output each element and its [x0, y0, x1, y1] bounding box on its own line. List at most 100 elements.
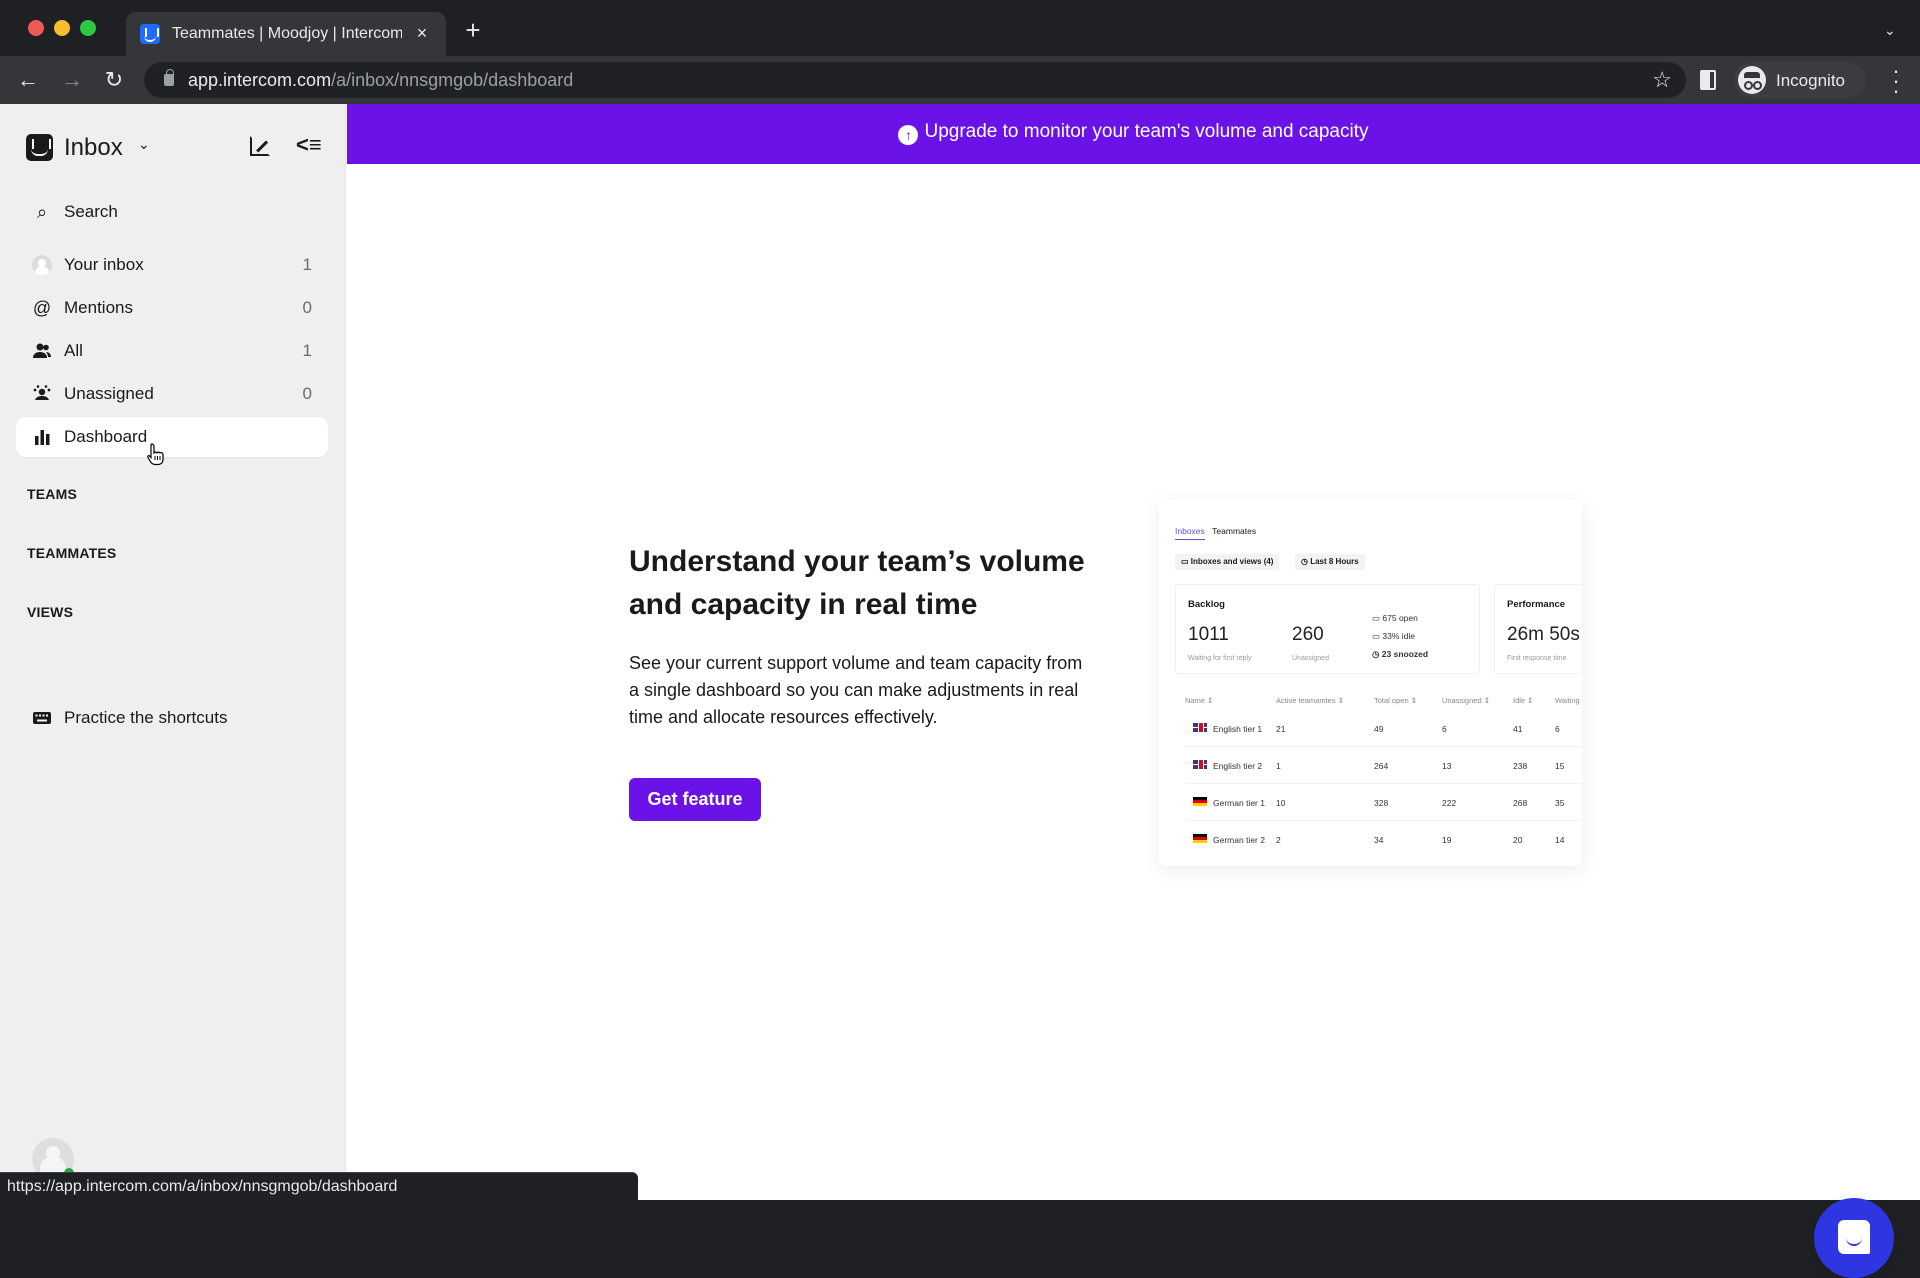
sidebar-item-dashboard[interactable]: Dashboard	[16, 417, 328, 457]
maximize-window-button[interactable]	[80, 20, 96, 36]
row-active: 21	[1276, 724, 1286, 734]
preview-tab-inboxes: Inboxes	[1175, 526, 1205, 540]
minimize-window-button[interactable]	[54, 20, 70, 36]
column-header-idle: Idle ⇕	[1513, 696, 1534, 705]
unassigned-icon	[32, 384, 52, 404]
close-window-button[interactable]	[28, 20, 44, 36]
row-name: German tier 2	[1213, 835, 1265, 845]
status-url: https://app.intercom.com/a/inbox/nnsgmgo…	[7, 1178, 398, 1195]
row-idle: 41	[1513, 724, 1523, 734]
preview-chip-timeframe: ◷ Last 8 Hours	[1295, 554, 1365, 570]
get-feature-button[interactable]: Get feature	[629, 778, 761, 821]
backlog-waiting-label: Waiting for first reply	[1188, 655, 1252, 662]
arrow-up-circle-icon: ↑	[898, 125, 919, 145]
sidebar-header: Inbox ⌄ <≡	[26, 128, 326, 168]
bar-chart-glyph	[35, 430, 50, 445]
preview-chip-inboxes: ▭ Inboxes and views (4)	[1175, 554, 1280, 570]
sidebar-item-label: Your inbox	[64, 255, 144, 274]
backlog-open-stat: ▭ 675 open	[1372, 613, 1418, 623]
compose-icon[interactable]	[250, 136, 270, 156]
sidebar-item-label: Practice the shortcuts	[64, 708, 228, 727]
people-icon	[32, 341, 52, 361]
backlog-unassigned-value: 260	[1292, 624, 1324, 645]
row-open: 34	[1374, 835, 1384, 845]
sidebar-item-label: Unassigned	[64, 384, 154, 403]
inbox-switcher[interactable]: Inbox	[64, 134, 123, 162]
sidebar-item-count: 0	[302, 384, 312, 403]
forward-button[interactable]: →	[58, 66, 86, 94]
reload-button[interactable]: ↻	[100, 66, 128, 94]
sidebar-item-count: 1	[302, 255, 312, 274]
stat-text: 23 snoozed	[1381, 649, 1429, 659]
sidebar-item-search[interactable]: ⌕ Search	[16, 192, 328, 232]
chevron-down-icon[interactable]: ⌄	[138, 136, 150, 153]
column-header-waiting: Waiting	[1555, 696, 1580, 705]
stat-text: 675 open	[1382, 613, 1418, 623]
row-waiting: 6	[1555, 724, 1560, 734]
row-unassigned: 19	[1442, 835, 1452, 845]
row-idle: 268	[1513, 798, 1528, 808]
keyboard-glyph	[33, 712, 51, 724]
intercom-messenger-launcher[interactable]	[1814, 1198, 1894, 1278]
row-active: 1	[1276, 761, 1281, 771]
row-active: 2	[1276, 835, 1281, 845]
table-row: German tier 2 2 34 19 20 14	[1185, 821, 1582, 858]
address-bar[interactable]: app.intercom.com/a/inbox/nnsgmgob/dashbo…	[144, 62, 1686, 98]
backlog-snoozed-stat: ◷ 23 snoozed	[1372, 649, 1429, 659]
preview-backlog-card: Backlog 1011 Waiting for first reply 260…	[1175, 584, 1480, 674]
preview-chip-label: Last 8 Hours	[1310, 557, 1359, 566]
section-teams[interactable]: TEAMS	[27, 486, 77, 502]
promo-description: See your current support volume and team…	[629, 653, 1083, 727]
preview-tabs: Inboxes Teammates	[1175, 526, 1261, 540]
tab-strip: Teammates | Moodjoy | Intercom × + ⌄	[0, 0, 1920, 56]
table-row: English tier 2 1 264 13 238 15	[1185, 747, 1582, 784]
url-host: app.intercom.com	[188, 70, 332, 90]
row-idle: 20	[1513, 835, 1523, 845]
backlog-waiting-value: 1011	[1188, 624, 1229, 645]
new-tab-button[interactable]: +	[460, 17, 486, 44]
tab-search-chevron-icon[interactable]: ⌄	[1884, 22, 1900, 38]
bookmark-star-icon[interactable]: ☆	[1652, 67, 1672, 93]
browser-menu-icon[interactable]: · · ·	[1892, 60, 1900, 102]
incognito-profile-button[interactable]: Incognito	[1734, 62, 1866, 98]
sidebar-item-label: Mentions	[64, 298, 133, 317]
row-waiting: 35	[1555, 798, 1565, 808]
row-open: 328	[1374, 798, 1389, 808]
intercom-favicon-icon	[140, 24, 160, 44]
sidebar-item-mentions[interactable]: @ Mentions 0	[16, 288, 328, 328]
backlog-title: Backlog	[1188, 599, 1225, 610]
sidebar-item-label: Dashboard	[64, 427, 148, 446]
column-header-total-open: Total open ⇕	[1374, 696, 1417, 705]
close-tab-icon[interactable]: ×	[410, 21, 434, 45]
germany-flag-icon	[1193, 834, 1207, 843]
upgrade-banner[interactable]: ↑ Upgrade to monitor your team's volume a…	[347, 104, 1920, 164]
search-icon: ⌕	[36, 202, 48, 222]
hand-pointer-cursor-icon	[147, 443, 164, 466]
germany-flag-icon	[1193, 797, 1207, 806]
preview-chip-label: Inboxes and views (4)	[1190, 557, 1274, 566]
row-waiting: 15	[1555, 761, 1565, 771]
sidebar-item-all[interactable]: All 1	[16, 331, 328, 371]
collapse-sidebar-icon[interactable]: <≡	[296, 132, 322, 158]
browser-tab[interactable]: Teammates | Moodjoy | Intercom ×	[126, 12, 446, 56]
uk-flag-icon	[1193, 723, 1207, 732]
column-header-name: Name ⇕	[1185, 696, 1214, 705]
performance-value: 26m 50s	[1507, 624, 1580, 645]
sidebar-item-your-inbox[interactable]: Your inbox 1	[16, 245, 328, 285]
section-teammates[interactable]: TEAMMATES	[27, 545, 116, 561]
sidebar-item-unassigned[interactable]: Unassigned 0	[16, 374, 328, 414]
lock-icon[interactable]	[164, 69, 174, 86]
sidebar-item-count: 1	[302, 341, 312, 360]
at-sign-icon: @	[32, 298, 52, 318]
upgrade-banner-text: Upgrade to monitor your team's volume an…	[924, 121, 1369, 142]
url-text[interactable]: app.intercom.com/a/inbox/nnsgmgob/dashbo…	[188, 70, 573, 91]
avatar-icon	[32, 255, 52, 275]
back-button[interactable]: ←	[14, 66, 42, 94]
section-views[interactable]: VIEWS	[27, 604, 73, 620]
sidebar-item-practice-shortcuts[interactable]: Practice the shortcuts	[16, 698, 328, 738]
browser-toolbar: ← → ↻ app.intercom.com/a/inbox/nnsgmgob/…	[0, 56, 1920, 104]
preview-performance-card: Performance 26m 50s First response time	[1494, 584, 1582, 674]
side-panel-icon[interactable]	[1700, 70, 1716, 90]
keyboard-icon	[32, 708, 52, 728]
row-unassigned: 222	[1442, 798, 1457, 808]
